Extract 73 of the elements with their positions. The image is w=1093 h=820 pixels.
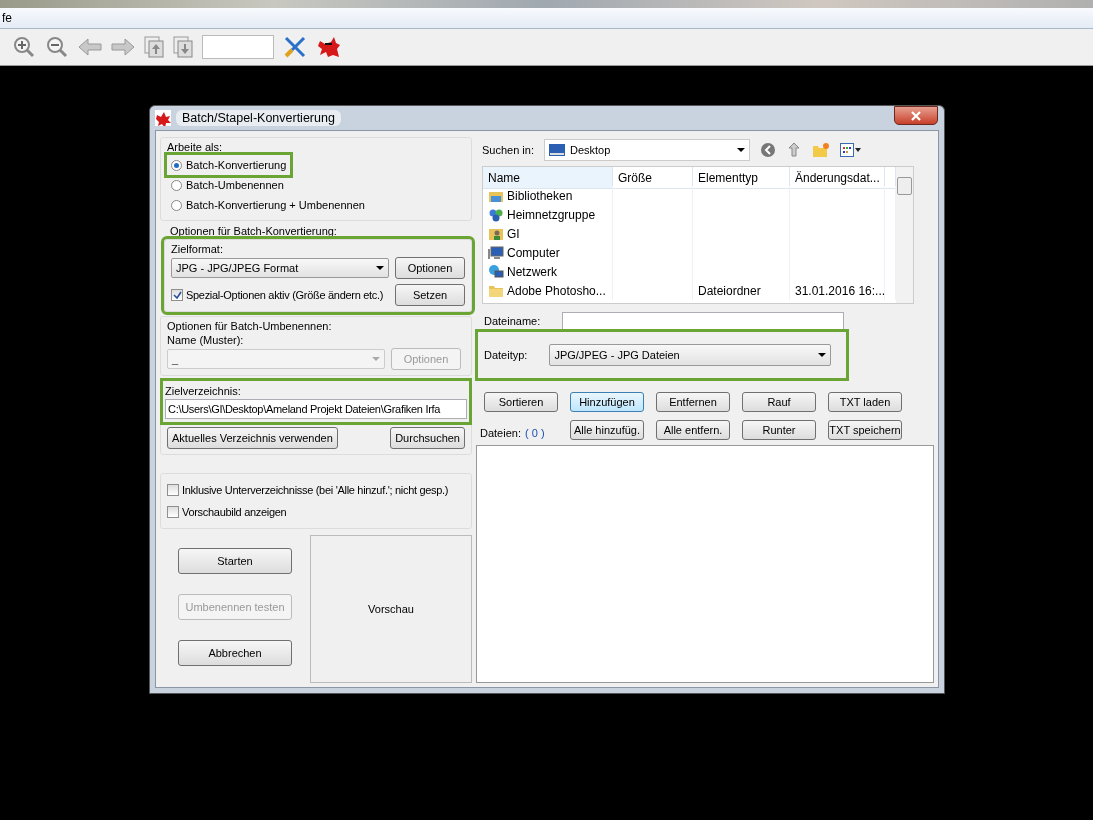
file-item[interactable]: Bibliotheken (483, 186, 613, 205)
file-item[interactable]: Heimnetzgruppe (483, 205, 613, 224)
radio-option[interactable]: Batch-Umbenennen (167, 175, 288, 195)
computer-icon (488, 244, 504, 261)
window-title: Batch/Stapel-Konvertierung (176, 110, 341, 126)
list-button[interactable]: Rauf (742, 392, 816, 412)
file-item[interactable]: Adobe Photosho... (483, 281, 613, 300)
group-label: Arbeite als: (167, 141, 224, 153)
set-button[interactable]: Setzen (395, 284, 465, 306)
up-folder-icon[interactable] (786, 142, 802, 158)
browse-button[interactable]: Durchsuchen (390, 427, 465, 449)
view-menu-icon[interactable] (840, 143, 862, 157)
list-button[interactable]: Runter (742, 420, 816, 440)
action-button[interactable]: Starten (178, 548, 292, 574)
app-icon (155, 110, 171, 126)
pages-down-icon[interactable] (173, 36, 193, 58)
list-button[interactable]: Sortieren (484, 392, 558, 412)
files-label: Dateien: (480, 427, 521, 439)
field-label: Name (Muster): (167, 334, 245, 346)
mascot-icon[interactable] (316, 35, 342, 59)
new-folder-icon[interactable] (812, 142, 830, 158)
menu-item[interactable]: fe (0, 11, 14, 25)
filetype-dropdown[interactable]: JPG/JPEG - JPG Dateien (549, 344, 832, 366)
close-button[interactable] (894, 106, 938, 125)
section-heading: Optionen für Batch-Umbenennen: (167, 320, 333, 332)
back-icon[interactable] (760, 142, 776, 158)
format-dropdown[interactable]: JPG - JPG/JPEG Format (171, 258, 389, 278)
use-current-button[interactable]: Aktuelles Verzeichnis verwenden (167, 427, 338, 449)
files-count: ( 0 ) (525, 427, 545, 439)
scrollbar[interactable] (896, 167, 913, 303)
column-header[interactable]: Elementtyp (693, 167, 790, 189)
tools-icon[interactable] (283, 35, 307, 59)
list-button[interactable]: Alle entfern. (656, 420, 730, 440)
action-button[interactable]: Abbrechen (178, 640, 292, 666)
zoom-in-icon[interactable] (12, 35, 36, 59)
location-dropdown[interactable]: Desktop (544, 139, 750, 161)
checkmark-icon (172, 290, 182, 300)
file-item[interactable]: GI (483, 224, 613, 243)
options-button[interactable]: Optionen (395, 257, 465, 279)
field-label: Zielformat: (171, 243, 224, 255)
network-icon (488, 263, 504, 280)
list-button[interactable]: Entfernen (656, 392, 730, 412)
column-header[interactable]: Änderungsdat... (790, 167, 885, 189)
close-icon (911, 110, 921, 121)
section-heading: Optionen für Batch-Konvertierung: (169, 225, 338, 237)
list-button[interactable]: TXT laden (828, 392, 902, 412)
desktop-icon (549, 144, 565, 156)
field-label: Dateityp: (484, 349, 528, 361)
table-cell: Dateiordner (698, 283, 761, 298)
list-button[interactable]: TXT speichern (828, 420, 902, 440)
zoom-out-icon[interactable] (45, 35, 69, 59)
field-label: Dateiname: (484, 315, 541, 327)
filename-field[interactable] (562, 312, 845, 330)
page-field[interactable] (202, 35, 274, 59)
pages-up-icon[interactable] (144, 36, 164, 58)
field-label: Suchen in: (482, 144, 534, 156)
radio-option[interactable]: Batch-Konvertierung (167, 155, 291, 175)
column-header[interactable]: Größe (613, 167, 693, 189)
checkbox-option[interactable]: Inklusive Unterverzeichnisse (bei 'Alle hinzuf.'; nicht gesp.) (167, 479, 449, 501)
path-field[interactable]: C:\Users\GI\Desktop\Ameland Projekt Dateien\Grafiken Irfa (165, 399, 467, 419)
left-arrow-icon[interactable] (78, 38, 102, 56)
list-button[interactable]: Alle hinzufüg. (570, 420, 644, 440)
column-header[interactable]: Name (483, 167, 613, 189)
special-options-checkbox[interactable]: Spezial-Optionen aktiv (Größe ändern etc.) (171, 289, 384, 301)
checkbox-option[interactable]: Vorschaubild anzeigen (167, 501, 287, 523)
table-cell: 31.01.2016 16:... (795, 283, 886, 298)
file-item[interactable]: Computer (483, 243, 613, 262)
field-label: Zielverzeichnis: (165, 385, 242, 397)
list-button[interactable]: Hinzufügen (570, 392, 644, 412)
file-item[interactable]: Netzwerk (483, 262, 613, 281)
preview-label: Vorschau (368, 603, 414, 615)
right-arrow-icon[interactable] (111, 38, 135, 56)
radio-option[interactable]: Batch-Konvertierung + Umbenennen (167, 195, 369, 215)
